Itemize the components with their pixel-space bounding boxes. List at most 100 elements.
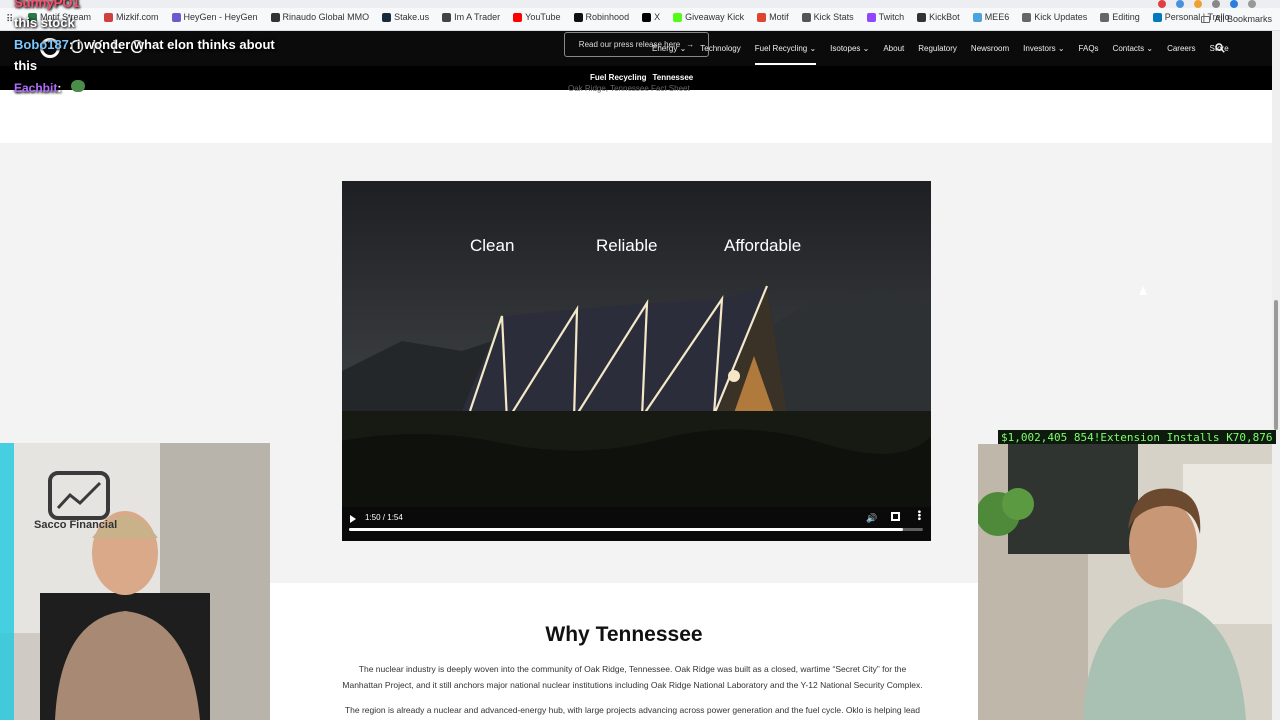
- nav-item[interactable]: Regulatory: [918, 44, 957, 65]
- bookmark-label: Mizkif.com: [116, 12, 159, 22]
- chat-message: this stock: [14, 15, 75, 30]
- bookmark-label: Rinaudo Global MMO: [282, 12, 370, 22]
- bookmark-label: Motif: [769, 12, 789, 22]
- bookmark-item[interactable]: Kick Stats: [801, 12, 854, 22]
- bookmark-item[interactable]: Robinhood: [573, 12, 630, 22]
- bookmark-item[interactable]: Im A Trader: [442, 12, 500, 22]
- nav-item[interactable]: Isotopes ⌄: [830, 44, 869, 65]
- mouse-cursor-icon: [1139, 286, 1147, 295]
- extension-icon[interactable]: [1230, 0, 1238, 8]
- nav-item[interactable]: Investors ⌄: [1023, 44, 1064, 65]
- bookmark-label: Twitch: [878, 12, 905, 22]
- apps-icon[interactable]: ⠿: [6, 14, 13, 25]
- bookmark-favicon-icon: [1152, 12, 1162, 22]
- scrollbar-thumb[interactable]: [1274, 300, 1278, 430]
- volume-icon[interactable]: 🔊: [866, 513, 877, 524]
- more-options-icon[interactable]: •••: [913, 510, 924, 521]
- video-progress-bar[interactable]: [349, 528, 923, 531]
- bookmark-favicon-icon: [270, 12, 280, 22]
- bookmark-label: MEE6: [984, 12, 1010, 22]
- subnav-tennessee[interactable]: Tennessee: [652, 73, 693, 82]
- extension-icon[interactable]: [1158, 0, 1166, 8]
- bookmark-favicon-icon: [917, 12, 927, 22]
- video-player[interactable]: Clean Reliable Affordable 1:50 / 1:54 🔊 …: [342, 181, 931, 541]
- right-webcam: [978, 444, 1272, 720]
- fullscreen-icon[interactable]: [891, 512, 900, 521]
- bookmark-item[interactable]: Giveaway Kick: [673, 12, 744, 22]
- subnav-fuel-recycling[interactable]: Fuel Recycling: [590, 73, 646, 82]
- bookmark-item[interactable]: Editing: [1100, 12, 1140, 22]
- all-bookmarks[interactable]: All Bookmarks: [1201, 14, 1272, 24]
- nav-item[interactable]: Technology: [700, 44, 740, 65]
- ticker-kick: K70,876: [1226, 430, 1273, 444]
- bookmark-favicon-icon: [1022, 12, 1032, 22]
- bookmark-favicon-icon: [382, 12, 392, 22]
- bookmark-list: Motif Stream Mizkif.com HeyGen - HeyGen Rin…: [28, 12, 1230, 22]
- emote-icon: [70, 80, 85, 92]
- bookmark-favicon-icon: [442, 12, 452, 22]
- chat-user: Eachbit: [14, 81, 58, 95]
- extension-icon[interactable]: [1212, 0, 1220, 8]
- bookmark-label: Im A Trader: [454, 12, 501, 22]
- video-word-affordable: Affordable: [724, 236, 802, 255]
- bookmark-favicon-icon: [972, 12, 982, 22]
- sacco-financial-sign: Sacco Financial: [34, 519, 118, 531]
- bookmark-favicon-icon: [757, 12, 767, 22]
- bookmark-label: X: [654, 12, 661, 22]
- bookmark-favicon-icon: [801, 12, 811, 22]
- why-tennessee-section: Why Tennessee The nuclear industry is de…: [270, 583, 978, 720]
- video-time: 1:50 / 1:54: [365, 513, 403, 522]
- nav-item[interactable]: FAQs: [1079, 44, 1099, 65]
- profile-avatar[interactable]: [1248, 0, 1256, 8]
- nav-item[interactable]: Fuel Recycling ⌄: [754, 44, 817, 65]
- bookmark-label: HeyGen - HeyGen: [183, 12, 258, 22]
- bookmark-item[interactable]: HeyGen - HeyGen: [171, 12, 258, 22]
- search-icon[interactable]: [1215, 43, 1225, 53]
- content-top-strip: [0, 90, 1272, 143]
- bookmark-item[interactable]: Rinaudo Global MMO: [270, 12, 370, 22]
- bookmark-favicon-icon: [513, 12, 523, 22]
- folder-icon: [1201, 15, 1211, 23]
- bookmarks-bar: ⠿ Motif Stream Mizkif.com HeyGen - HeyGen R…: [0, 0, 1280, 31]
- bookmark-item[interactable]: Mizkif.com: [104, 12, 159, 22]
- section-title: Why Tennessee: [545, 623, 703, 646]
- bookmark-item[interactable]: Stake.us: [382, 12, 429, 22]
- chat-message: this: [14, 58, 38, 73]
- nav-item[interactable]: About: [883, 44, 904, 65]
- extension-icon[interactable]: [1194, 0, 1202, 8]
- extension-icon[interactable]: [1176, 0, 1184, 8]
- bookmark-label: Stake.us: [394, 12, 430, 22]
- video-word-clean: Clean: [470, 236, 515, 255]
- bookmark-label: KickBot: [929, 12, 960, 22]
- all-bookmarks-label: All Bookmarks: [1214, 14, 1272, 24]
- nav-item[interactable]: Newsroom: [971, 44, 1009, 65]
- left-webcam: Sacco Financial: [0, 443, 270, 720]
- bookmark-item[interactable]: Motif: [757, 12, 789, 22]
- bookmark-item[interactable]: YouTube: [513, 12, 561, 22]
- bookmark-label: Editing: [1112, 12, 1140, 22]
- video-frame: [342, 181, 931, 541]
- bookmark-label: Giveaway Kick: [685, 12, 745, 22]
- bookmark-favicon-icon: [104, 12, 114, 22]
- tab-strip-edge: [0, 0, 1280, 8]
- bookmark-favicon-icon: [642, 12, 652, 22]
- bookmark-favicon-icon: [573, 12, 583, 22]
- bookmark-favicon-icon: [673, 12, 683, 22]
- chat-message: : i wonder what elon thinks about: [68, 37, 275, 52]
- extension-icons: [1158, 0, 1256, 8]
- bookmark-label: Robinhood: [585, 12, 630, 22]
- bookmark-item[interactable]: KickBot: [917, 12, 960, 22]
- ticker-money: $1,002,405: [1001, 430, 1068, 444]
- bookmark-item[interactable]: Twitch: [866, 12, 905, 22]
- bookmark-item[interactable]: MEE6: [972, 12, 1010, 22]
- fact-sheet-link[interactable]: Oak Ridge, Tennessee Fact Sheet: [568, 84, 690, 93]
- video-word-reliable: Reliable: [596, 236, 658, 255]
- left-webcam-image: [0, 443, 270, 720]
- nav-item[interactable]: Contacts ⌄: [1113, 44, 1154, 65]
- nav-item[interactable]: Energy ⌄: [652, 44, 686, 65]
- play-icon[interactable]: [350, 515, 356, 523]
- bookmark-favicon-icon: [171, 12, 181, 22]
- bookmark-item[interactable]: X: [642, 12, 660, 22]
- nav-item[interactable]: Careers: [1167, 44, 1195, 65]
- bookmark-item[interactable]: Kick Updates: [1022, 12, 1087, 22]
